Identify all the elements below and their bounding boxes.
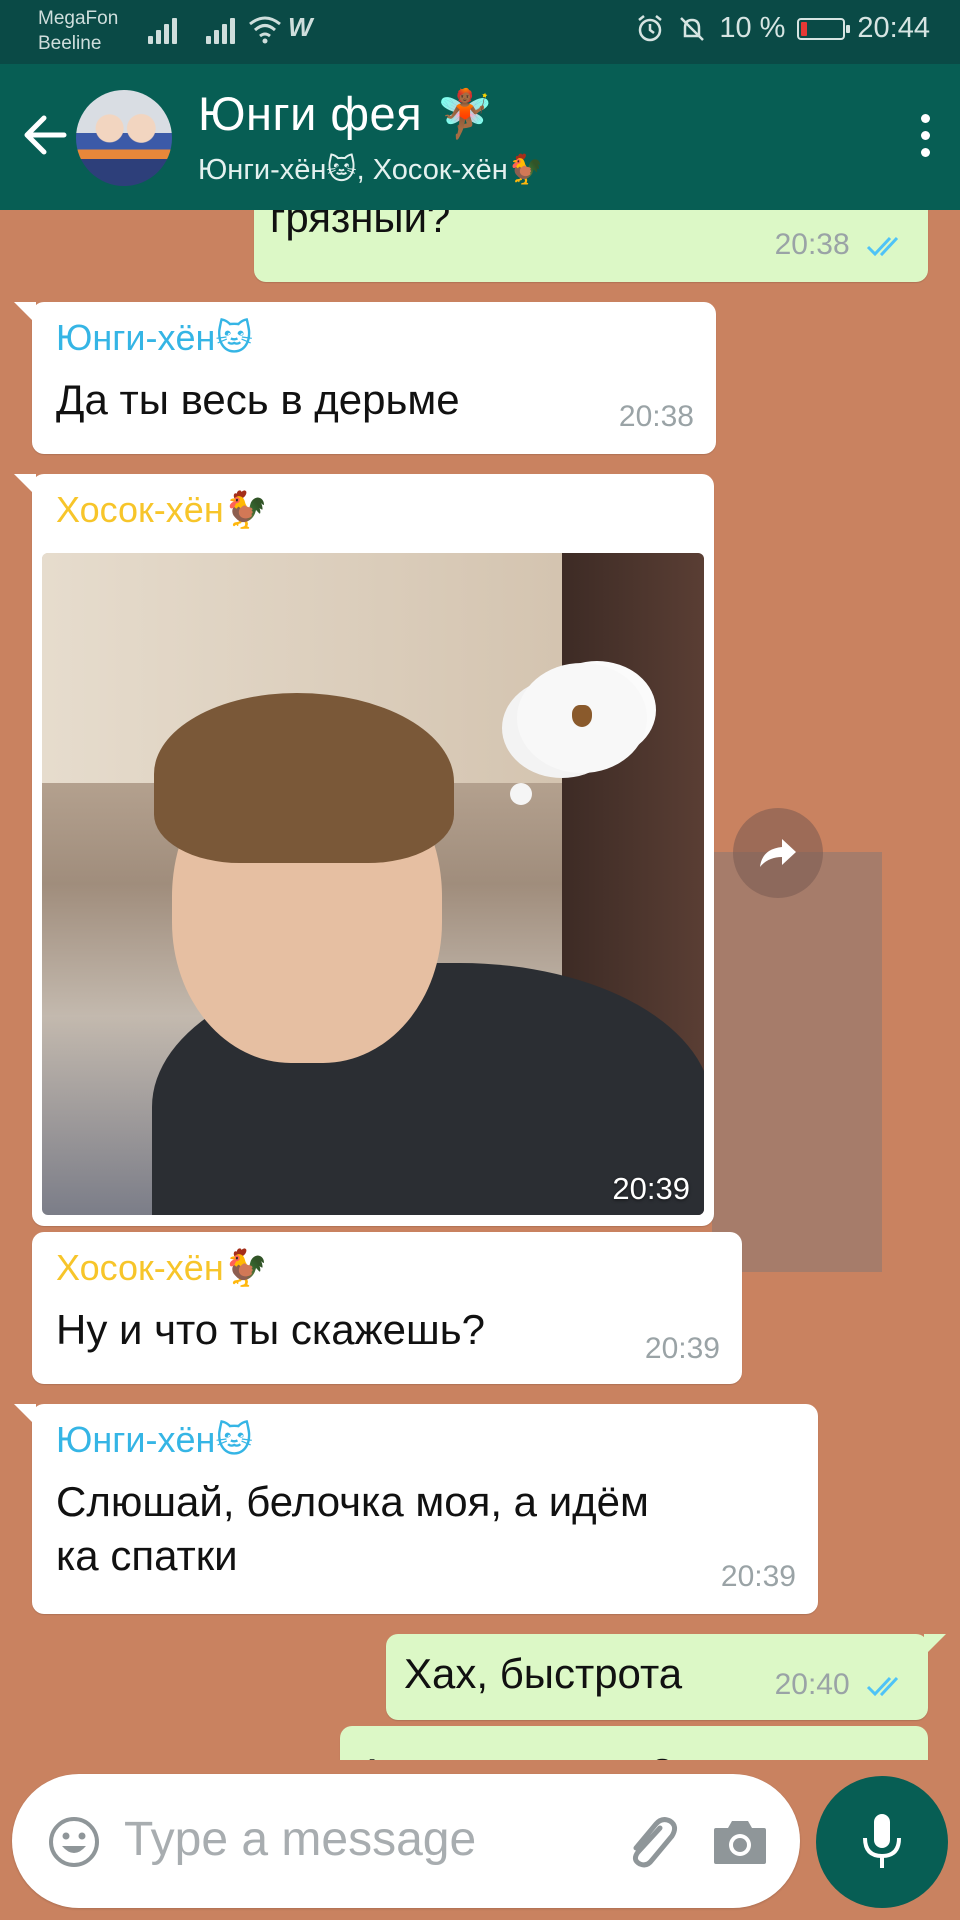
message-sender[interactable]: Хосок-хён🐓	[56, 488, 269, 532]
chat-header: Юнги фея 🧚🏾 Юнги-хён🐱, Хосок-хён🐓	[0, 64, 960, 210]
message-sender[interactable]: Юнги-хён🐱	[56, 1418, 253, 1462]
mic-button[interactable]	[816, 1776, 948, 1908]
message-time: 20:38	[775, 228, 906, 262]
message-bubble-outgoing-partial[interactable]: А как же давно?	[340, 1726, 928, 1760]
message-time: 20:40	[775, 1668, 906, 1702]
message-bubble-incoming[interactable]: Юнги-хён🐱 Слюшай, белочка моя, а идём ка…	[14, 1404, 818, 1614]
camera-icon[interactable]	[712, 1818, 768, 1866]
message-bubble-image[interactable]: Хосок-хён🐓 20:39	[14, 474, 714, 1226]
message-text: А как же давно?	[358, 1748, 674, 1760]
message-time: 20:39	[644, 1332, 720, 1365]
message-time-text: 20:40	[774, 1668, 850, 1701]
battery-icon	[797, 17, 851, 40]
double-check-icon	[866, 1677, 899, 1697]
signal-1-icon	[148, 14, 177, 44]
chat-participants[interactable]: Юнги-хён🐱, Хосок-хён🐓	[198, 152, 544, 188]
message-input[interactable]: Type a message	[124, 1812, 476, 1867]
forward-icon	[760, 839, 796, 867]
message-text: Хах, быстрота	[404, 1650, 683, 1697]
status-bar: MegaFon Beeline W 10 % 20:44	[0, 0, 960, 64]
status-right: 10 % 20:44	[635, 12, 930, 45]
message-text: Да ты весь в дерьме	[56, 376, 460, 423]
message-time-text: 20:38	[774, 228, 850, 261]
background-shadow	[712, 852, 882, 1272]
message-list[interactable]: грязный? 20:38 Юнги-хён🐱 Да ты весь в де…	[0, 210, 960, 1760]
message-text-line-1: Слюшай, белочка моя, а идём	[56, 1478, 649, 1525]
message-bubble-outgoing[interactable]: Хах, быстрота 20:40	[386, 1634, 946, 1720]
message-time: 20:39	[612, 1171, 690, 1206]
double-check-icon	[866, 237, 899, 257]
clock: 20:44	[857, 12, 930, 44]
message-text: Ну и что ты скажешь?	[56, 1306, 485, 1353]
carrier-names: MegaFon Beeline	[38, 6, 118, 56]
group-avatar[interactable]	[76, 90, 172, 186]
alarm-icon	[638, 14, 663, 41]
carrier-2: Beeline	[38, 33, 102, 54]
wifi-icon	[249, 16, 281, 44]
message-bubble-incoming[interactable]: Юнги-хён🐱 Да ты весь в дерьме 20:38	[14, 302, 716, 454]
battery-percent: 10 %	[719, 12, 786, 44]
message-bubble-incoming[interactable]: Хосок-хён🐓 Ну и что ты скажешь? 20:39	[32, 1232, 742, 1384]
message-bubble-outgoing[interactable]: грязный? 20:38	[254, 210, 928, 282]
message-text-line-2: ка спатки	[56, 1532, 238, 1579]
more-vert-icon[interactable]	[921, 114, 930, 157]
message-text: грязный?	[270, 210, 451, 241]
message-time: 20:39	[720, 1560, 796, 1593]
bell-off-icon	[680, 16, 705, 41]
message-time: 20:38	[618, 400, 694, 433]
shared-photo[interactable]: 20:39	[42, 553, 704, 1215]
message-composer[interactable]: Type a message	[12, 1774, 800, 1908]
carrier-1: MegaFon	[38, 8, 119, 29]
signal-2-icon	[206, 14, 235, 44]
back-arrow-icon[interactable]	[20, 110, 70, 160]
emoji-icon[interactable]	[48, 1816, 100, 1868]
whatsapp-w-icon: W	[288, 12, 313, 42]
mic-icon	[863, 1814, 901, 1868]
message-sender[interactable]: Хосок-хён🐓	[56, 1246, 269, 1290]
message-sender[interactable]: Юнги-хён🐱	[56, 316, 253, 360]
attach-icon[interactable]	[620, 1812, 680, 1872]
acorn-icon	[572, 705, 592, 727]
chat-title[interactable]: Юнги фея 🧚🏾	[198, 86, 495, 142]
forward-button[interactable]	[733, 808, 823, 898]
